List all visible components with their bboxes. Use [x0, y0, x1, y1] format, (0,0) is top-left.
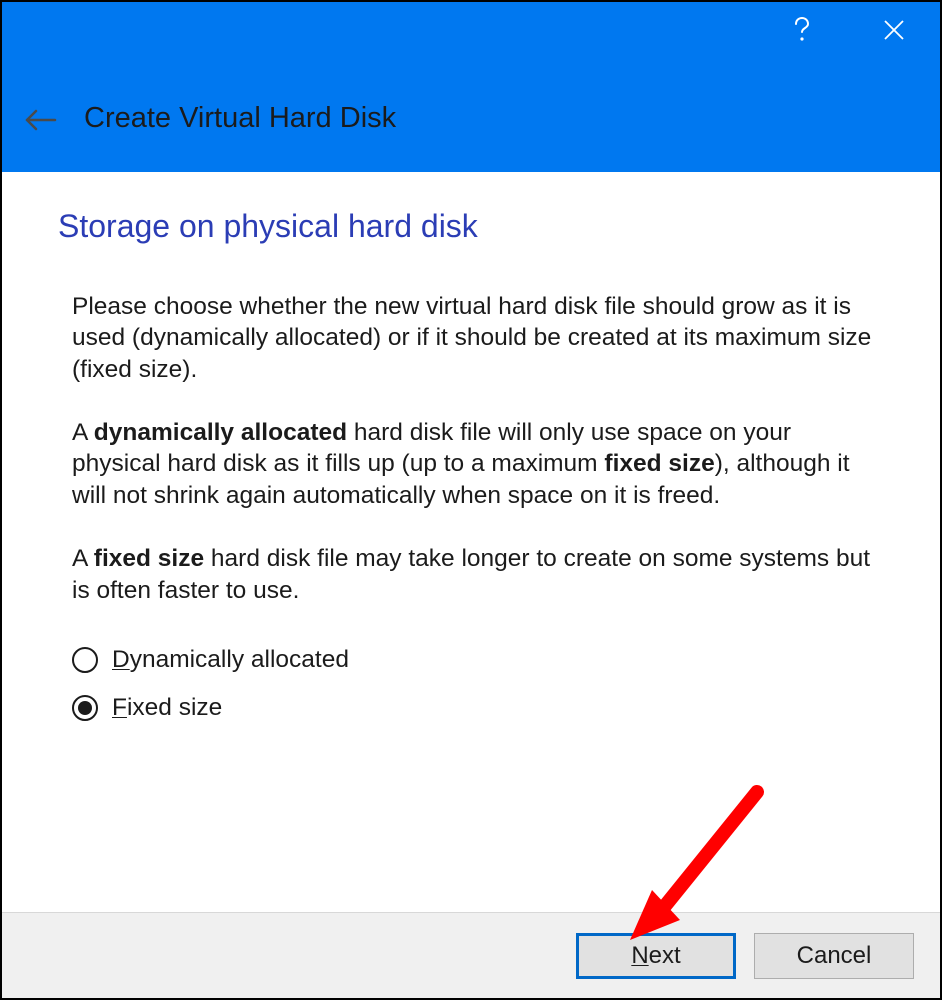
radio-dynamically-allocated[interactable]: Dynamically allocated	[72, 646, 884, 674]
back-button[interactable]	[20, 100, 60, 140]
window-title: Create Virtual Hard Disk	[84, 102, 396, 135]
bold-text: dynamically allocated	[94, 419, 347, 446]
radio-fixed-size[interactable]: Fixed size	[72, 694, 884, 722]
radio-indicator	[72, 695, 98, 721]
titlebar-controls	[756, 2, 940, 58]
text-span: A	[72, 419, 94, 446]
content-area: Storage on physical hard disk Please cho…	[2, 172, 940, 912]
help-button[interactable]	[756, 2, 848, 58]
close-button[interactable]	[848, 2, 940, 58]
cancel-button[interactable]: Cancel	[754, 933, 914, 979]
description-paragraph-1: Please choose whether the new virtual ha…	[58, 291, 884, 385]
radio-indicator	[72, 647, 98, 673]
radio-label: Dynamically allocated	[112, 646, 349, 674]
wizard-window: Create Virtual Hard Disk Storage on phys…	[0, 0, 942, 1000]
footer-button-bar: Next Cancel	[2, 912, 940, 998]
titlebar: Create Virtual Hard Disk	[2, 2, 940, 172]
description-paragraph-3: A fixed size hard disk file may take lon…	[58, 543, 884, 606]
page-heading: Storage on physical hard disk	[58, 208, 884, 245]
text-span: A	[72, 545, 94, 572]
bold-text: fixed size	[604, 450, 714, 477]
storage-type-radio-group: Dynamically allocated Fixed size	[58, 646, 884, 722]
description-paragraph-2: A dynamically allocated hard disk file w…	[58, 417, 884, 511]
radio-label: Fixed size	[112, 694, 222, 722]
next-button[interactable]: Next	[576, 933, 736, 979]
bold-text: fixed size	[94, 545, 204, 572]
